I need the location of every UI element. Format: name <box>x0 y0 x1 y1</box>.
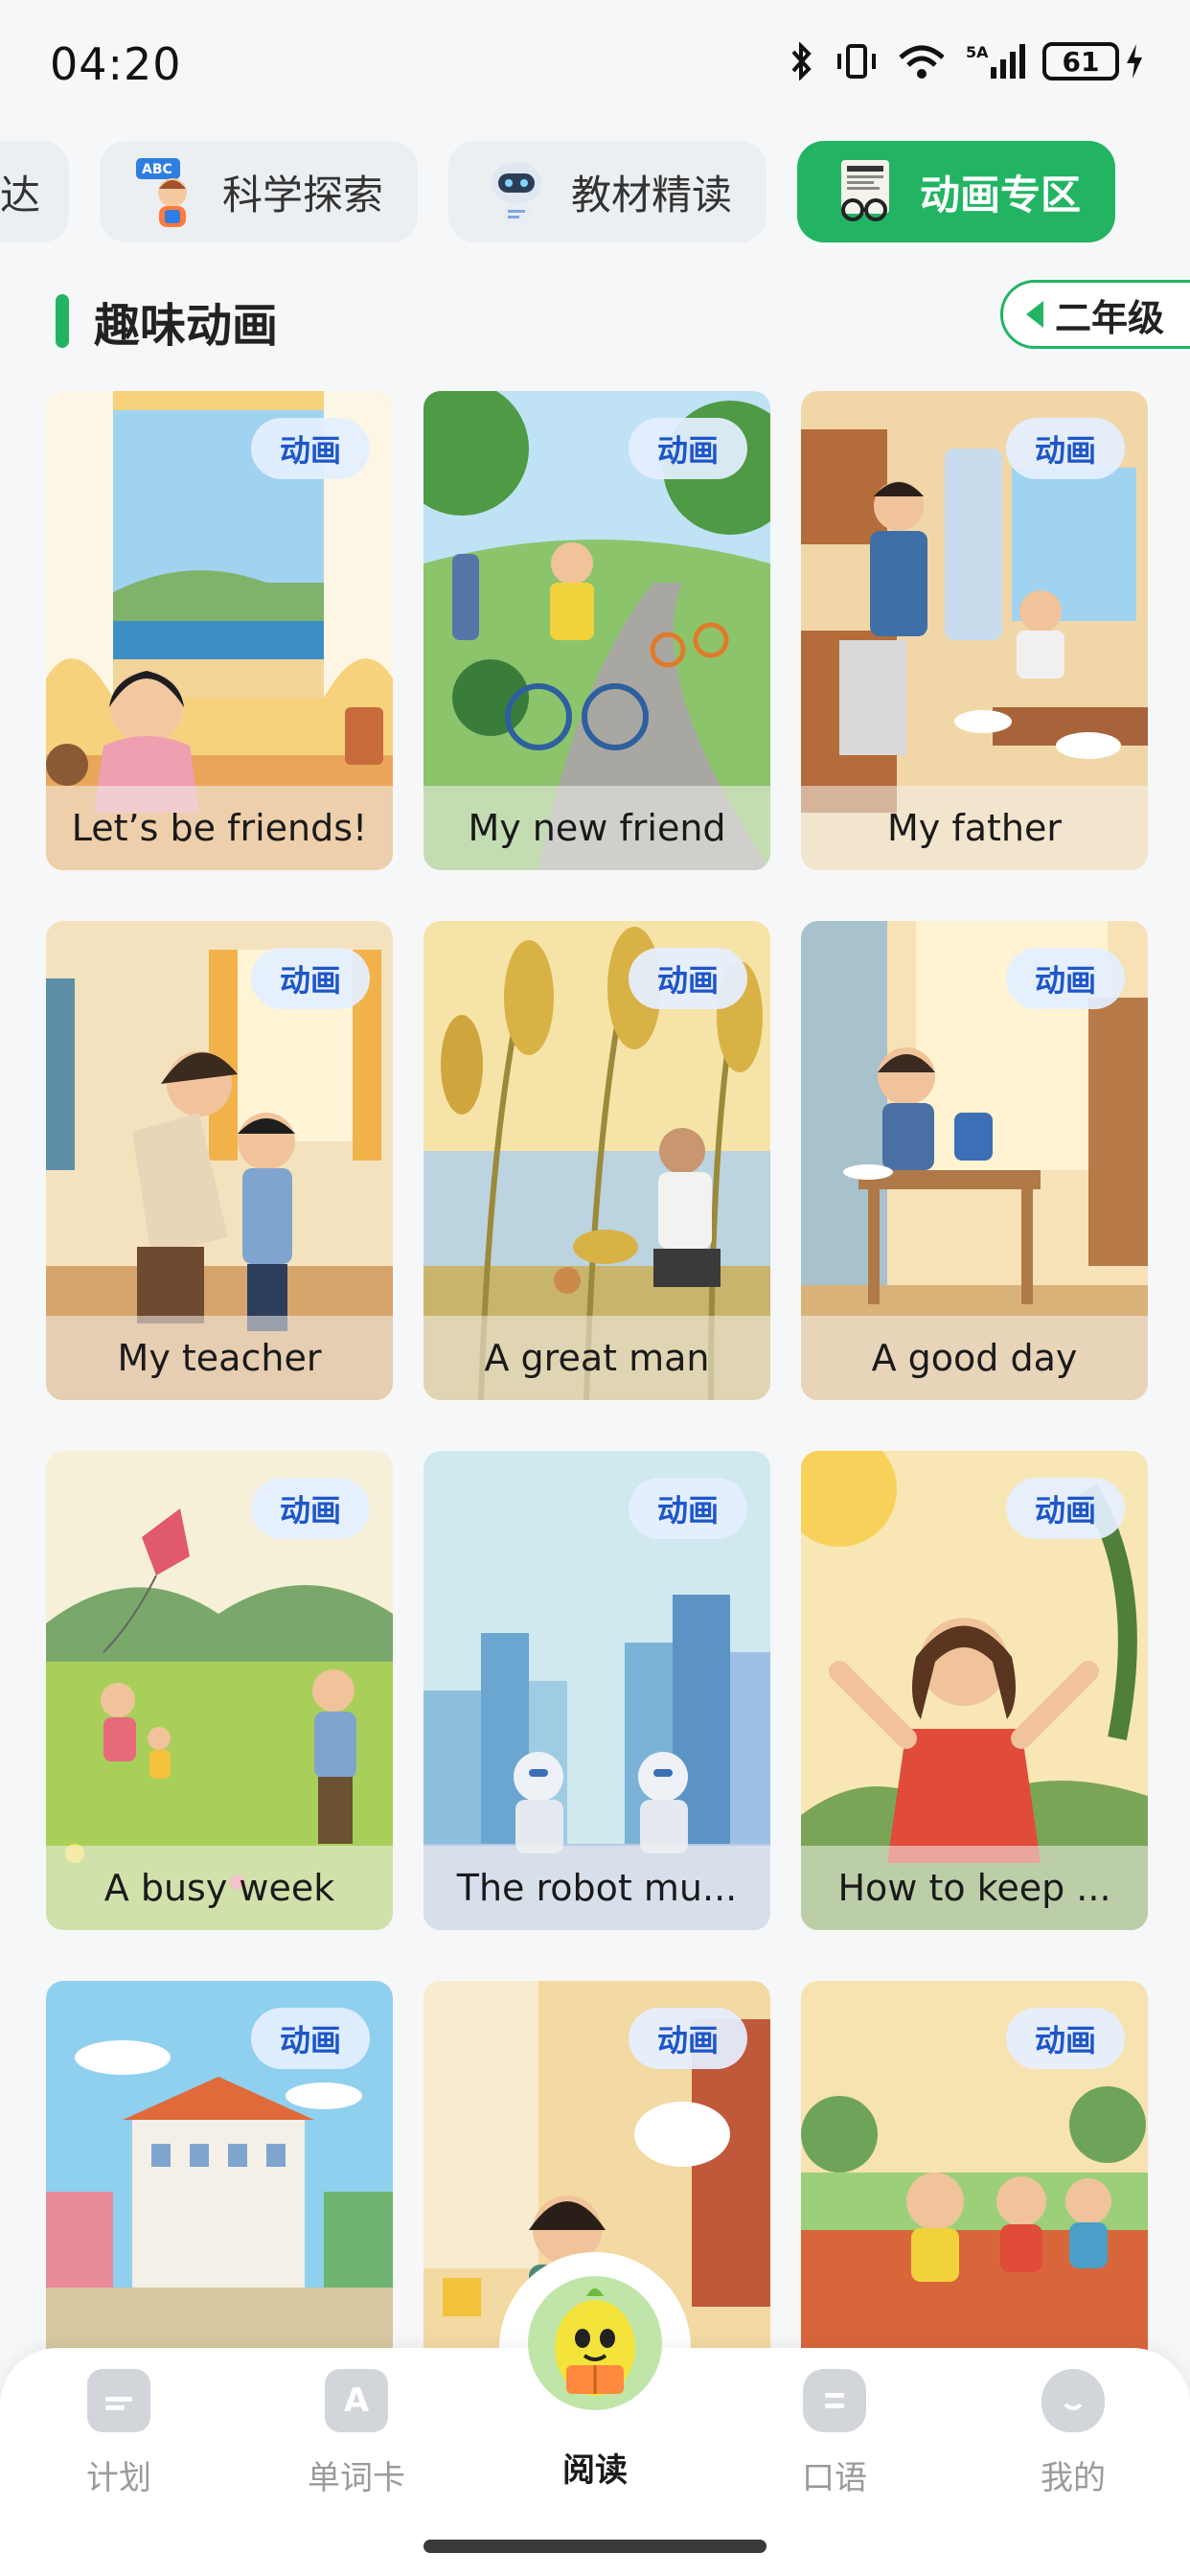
video-card[interactable]: 动画 A great man <box>423 921 770 1400</box>
tab-textbook[interactable]: 教材精读 <box>448 141 767 242</box>
card-title: How to keep ... <box>801 1846 1148 1930</box>
speaking-icon <box>803 2369 866 2432</box>
nav-label: 我的 <box>1041 2459 1106 2497</box>
nav-item-profile[interactable]: 我的 <box>987 2369 1159 2498</box>
video-card[interactable]: 动画 The robot mu... <box>423 1451 770 1930</box>
animation-badge: 动画 <box>629 418 747 479</box>
charging-icon <box>1127 44 1142 79</box>
tab-animation[interactable]: 动画专区 <box>797 141 1116 242</box>
nav-label: 单词卡 <box>308 2459 405 2497</box>
vibrate-icon <box>837 44 876 79</box>
card-title: The robot mu... <box>423 1846 770 1930</box>
svg-text:ABC: ABC <box>142 162 172 177</box>
status-bar: 04:20 5A 61 <box>0 0 1190 134</box>
profile-icon <box>1041 2369 1105 2432</box>
bluetooth-icon <box>791 42 812 80</box>
newspaper-glasses-icon <box>828 154 903 229</box>
card-title: A good day <box>801 1316 1148 1400</box>
nav-item-speaking[interactable]: 口语 <box>748 2369 921 2498</box>
nav-item-word-cards[interactable]: A 单词卡 <box>270 2369 443 2498</box>
robot-icon <box>479 154 554 229</box>
animation-badge: 动画 <box>251 418 370 479</box>
video-card[interactable]: 动画 How to keep ... <box>801 1451 1148 1930</box>
animation-badge: 动画 <box>251 948 370 1009</box>
nav-item-reading[interactable]: 阅读 <box>509 2444 681 2491</box>
animation-badge: 动画 <box>1006 948 1125 1009</box>
animation-badge: 动画 <box>629 1478 747 1539</box>
grade-selector[interactable]: 二年级 <box>1000 280 1190 349</box>
card-title: My new friend <box>423 786 770 870</box>
animation-badge: 动画 <box>1006 1478 1125 1539</box>
plan-icon <box>87 2369 150 2432</box>
animation-badge: 动画 <box>1006 418 1125 479</box>
signal-5g-icon: 5A <box>966 43 1025 79</box>
tab-partial[interactable]: 达 <box>0 141 69 242</box>
nav-label: 口语 <box>802 2459 867 2497</box>
video-card[interactable]: 动画 A busy week <box>46 1451 393 1930</box>
section-accent-bar <box>56 294 69 348</box>
video-card[interactable]: 动画 Let’s be friends! <box>46 391 393 870</box>
card-title: My father <box>801 786 1148 870</box>
tab-label: 科学探索 <box>222 171 384 218</box>
battery-indicator: 61 <box>1042 42 1144 80</box>
section-header: 趣味动画 <box>56 288 278 355</box>
video-card[interactable]: 动画 A good day <box>801 921 1148 1400</box>
tab-label: 教材精读 <box>571 171 733 218</box>
animation-badge: 动画 <box>629 2008 747 2069</box>
animation-badge: 动画 <box>629 948 747 1009</box>
video-card[interactable]: 动画 My new friend <box>423 391 770 870</box>
card-title: Let’s be friends! <box>46 786 393 870</box>
reading-mascot-icon[interactable] <box>523 2271 667 2415</box>
home-indicator[interactable] <box>423 2540 767 2553</box>
tab-label: 达 <box>0 171 41 218</box>
wifi-icon <box>899 45 945 79</box>
status-time: 04:20 <box>50 38 182 90</box>
nav-label: 阅读 <box>562 2451 628 2490</box>
nav-item-plan[interactable]: 计划 <box>33 2369 205 2498</box>
section-title: 趣味动画 <box>94 299 279 353</box>
video-card[interactable]: 动画 My father <box>801 391 1148 870</box>
tab-science[interactable]: ABC 科学探索 <box>100 141 419 242</box>
abc-kid-icon: ABC <box>130 154 205 229</box>
animation-badge: 动画 <box>251 1478 370 1539</box>
svg-text:5A: 5A <box>966 43 989 61</box>
battery-level: 61 <box>1042 42 1119 80</box>
status-icons: 5A 61 <box>786 42 1144 80</box>
card-title: A busy week <box>46 1846 393 1930</box>
card-title: My teacher <box>46 1316 393 1400</box>
word-card-icon: A <box>325 2369 388 2432</box>
animation-badge: 动画 <box>1006 2008 1125 2069</box>
card-title: A great man <box>423 1316 770 1400</box>
category-tabs: 达 ABC 科学探索 教材精读 动画专区 <box>0 139 1116 244</box>
grade-label: 二年级 <box>1055 296 1165 339</box>
nav-label: 计划 <box>86 2459 151 2497</box>
tab-label: 动画专区 <box>920 171 1082 218</box>
video-card[interactable]: 动画 My teacher <box>46 921 393 1400</box>
chevron-left-icon <box>1026 301 1043 328</box>
animation-badge: 动画 <box>251 2008 370 2069</box>
